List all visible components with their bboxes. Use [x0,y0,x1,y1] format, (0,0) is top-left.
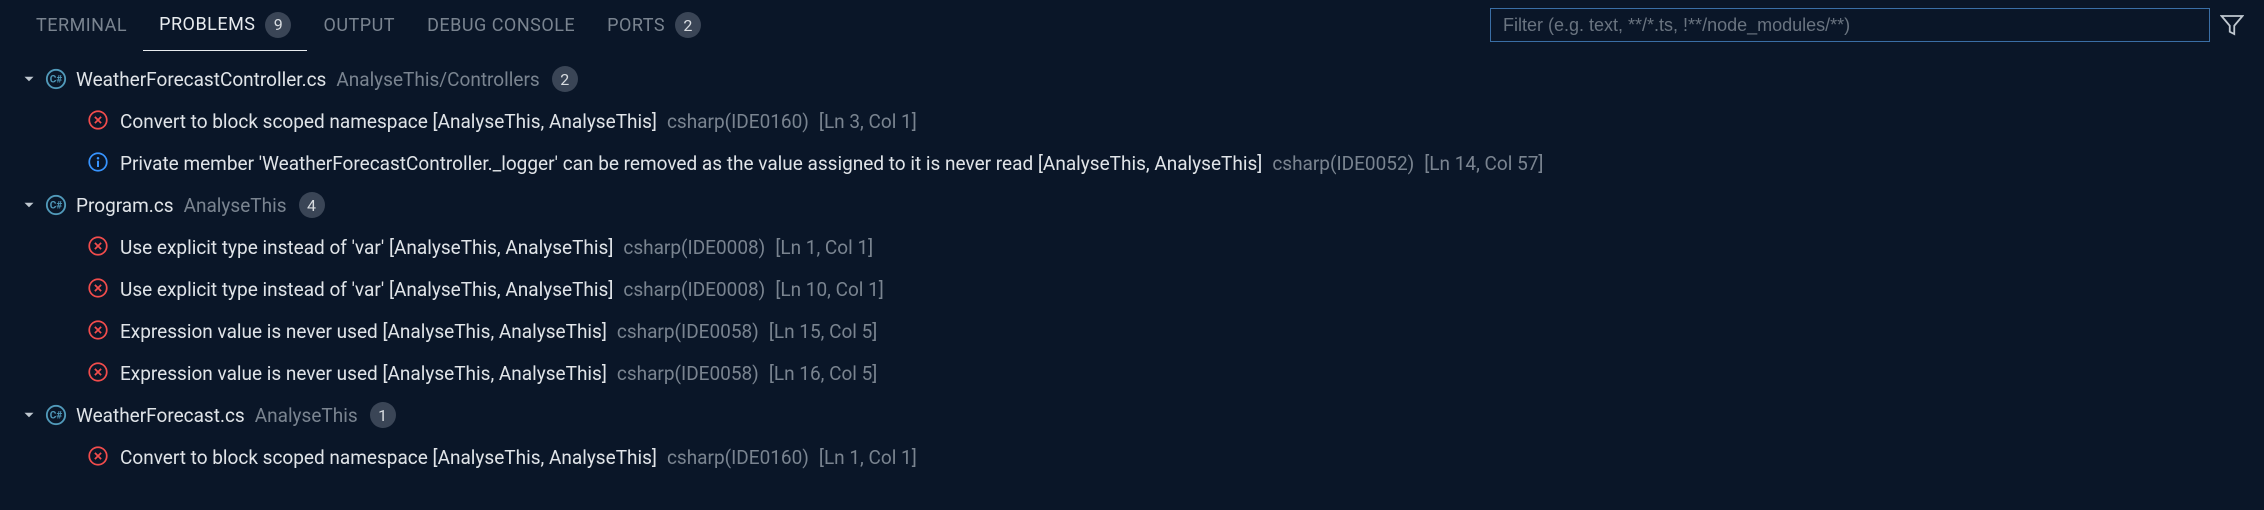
problem-source: csharp(IDE0160) [667,446,809,469]
problem-message: Use explicit type instead of 'var' [Anal… [120,278,613,301]
problem-row[interactable]: Private member 'WeatherForecastControlle… [0,142,2264,184]
problem-message: Private member 'WeatherForecastControlle… [120,152,1262,175]
problems-tree: C# WeatherForecastController.cs AnalyseThi… [0,48,2264,488]
problem-location: [Ln 16, Col 5] [769,362,878,385]
problem-row[interactable]: Convert to block scoped namespace [Analy… [0,100,2264,142]
chevron-down-icon[interactable] [20,70,40,88]
file-name: WeatherForecast.cs [76,404,245,427]
problem-message: Expression value is never used [AnalyseT… [120,362,607,385]
svg-text:C#: C# [50,201,63,212]
csharp-file-icon: C# [44,403,68,427]
error-icon [88,278,110,300]
csharp-file-icon: C# [44,67,68,91]
file-problem-count-badge: 2 [552,66,578,92]
file-path: AnalyseThis [255,404,358,427]
error-icon [88,446,110,468]
tab-label: OUTPUT [323,15,395,36]
chevron-down-icon[interactable] [20,196,40,214]
tab-label: TERMINAL [36,15,127,36]
filter-input[interactable] [1490,8,2210,42]
problem-source: csharp(IDE0008) [623,236,765,259]
tab-debug-console[interactable]: DEBUG CONSOLE [411,9,591,48]
file-name: WeatherForecastController.cs [76,68,326,91]
problems-count-badge: 9 [265,12,291,38]
file-row[interactable]: C# WeatherForecast.cs AnalyseThis 1 [0,394,2264,436]
error-icon [88,320,110,342]
error-icon [88,236,110,258]
problem-row[interactable]: Expression value is never used [AnalyseT… [0,310,2264,352]
tab-label: DEBUG CONSOLE [427,15,575,36]
problem-source: csharp(IDE0160) [667,110,809,133]
file-path: AnalyseThis [184,194,287,217]
problem-message: Use explicit type instead of 'var' [Anal… [120,236,613,259]
problem-message: Convert to block scoped namespace [Analy… [120,446,657,469]
problem-location: [Ln 3, Col 1] [819,110,917,133]
problem-location: [Ln 1, Col 1] [775,236,873,259]
info-icon [88,152,110,174]
panel-tabs: TERMINAL PROBLEMS 9 OUTPUT DEBUG CONSOLE… [0,0,2264,48]
problem-row[interactable]: Convert to block scoped namespace [Analy… [0,436,2264,478]
tab-label: PORTS [607,15,665,36]
problem-message: Convert to block scoped namespace [Analy… [120,110,657,133]
problem-source: csharp(IDE0052) [1272,152,1414,175]
svg-text:C#: C# [50,411,63,422]
problem-location: [Ln 14, Col 57] [1424,152,1543,175]
problem-location: [Ln 10, Col 1] [775,278,884,301]
file-problem-count-badge: 4 [299,192,325,218]
ports-count-badge: 2 [675,12,701,38]
tab-output[interactable]: OUTPUT [307,9,411,48]
file-problem-count-badge: 1 [370,402,396,428]
error-icon [88,110,110,132]
problem-location: [Ln 15, Col 5] [769,320,878,343]
file-row[interactable]: C# Program.cs AnalyseThis 4 [0,184,2264,226]
problem-row[interactable]: Use explicit type instead of 'var' [Anal… [0,268,2264,310]
file-path: AnalyseThis/Controllers [336,68,539,91]
svg-text:C#: C# [50,75,63,86]
problem-source: csharp(IDE0008) [623,278,765,301]
chevron-down-icon[interactable] [20,406,40,424]
filter-icon[interactable] [2220,13,2244,37]
problem-source: csharp(IDE0058) [617,362,759,385]
problem-row[interactable]: Use explicit type instead of 'var' [Anal… [0,226,2264,268]
problem-row[interactable]: Expression value is never used [AnalyseT… [0,352,2264,394]
problem-location: [Ln 1, Col 1] [819,446,917,469]
error-icon [88,362,110,384]
tab-ports[interactable]: PORTS 2 [591,6,717,50]
file-name: Program.cs [76,194,174,217]
file-row[interactable]: C# WeatherForecastController.cs AnalyseThi… [0,58,2264,100]
csharp-file-icon: C# [44,193,68,217]
tab-problems[interactable]: PROBLEMS 9 [143,6,307,51]
filter-box [1490,8,2244,42]
problem-source: csharp(IDE0058) [617,320,759,343]
tab-label: PROBLEMS [159,14,255,35]
tab-terminal[interactable]: TERMINAL [20,9,143,48]
problem-message: Expression value is never used [AnalyseT… [120,320,607,343]
